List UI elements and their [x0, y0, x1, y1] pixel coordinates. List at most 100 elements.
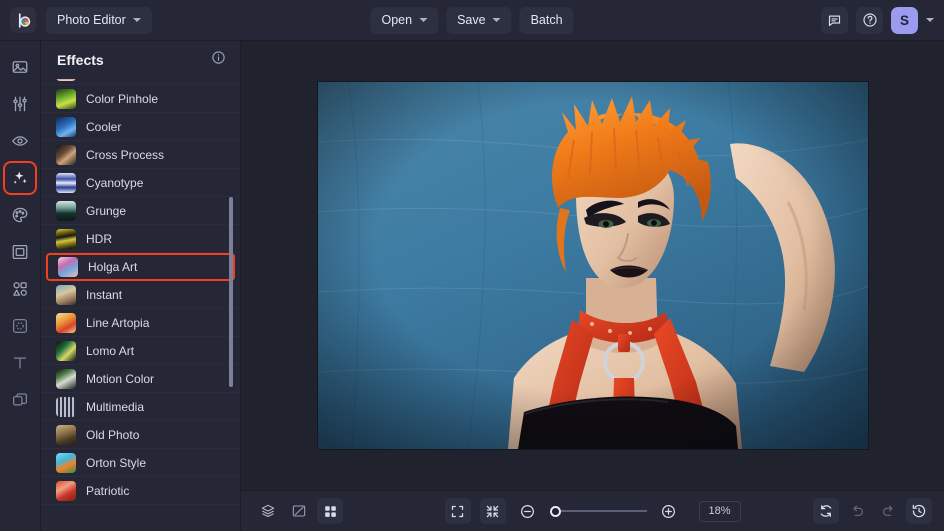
zoom-out-circle-icon	[521, 504, 534, 518]
effect-thumbnail	[56, 452, 76, 473]
top-center-actions: Open Save Batch	[370, 6, 574, 34]
sidebar-item-stickers[interactable]	[6, 312, 34, 340]
chat-bubble-icon	[828, 15, 841, 26]
effect-thumbnail	[56, 228, 76, 249]
history-button[interactable]	[906, 498, 932, 524]
question-circle-icon	[862, 13, 877, 27]
sidebar-item-adjust[interactable]	[6, 90, 34, 118]
fit-to-screen-button[interactable]	[444, 498, 471, 524]
app-logo[interactable]	[10, 7, 36, 33]
effect-list-item[interactable]: Multimedia	[41, 393, 240, 421]
zoom-out-button[interactable]	[515, 498, 541, 524]
effect-list-item[interactable]: Holga Art	[46, 253, 235, 281]
sidebar-item-color[interactable]	[6, 201, 34, 229]
help-button[interactable]	[856, 6, 883, 34]
effect-thumbnail	[58, 257, 78, 277]
canvas-area[interactable]	[241, 41, 944, 490]
undo-button[interactable]	[844, 498, 870, 524]
effect-label: Cyanotype	[86, 175, 144, 190]
effect-list-item[interactable]: Cross Process	[41, 141, 240, 169]
effect-list-item[interactable]: Orton Style	[41, 449, 240, 477]
reset-button[interactable]	[813, 498, 839, 524]
effect-thumbnail	[56, 312, 76, 333]
effects-list: CinematicColor PinholeCoolerCross Proces…	[41, 79, 240, 505]
zoom-slider-handle[interactable]	[549, 505, 561, 517]
undo-arrow-icon	[852, 505, 863, 516]
sidebar-item-retouch[interactable]	[6, 127, 34, 155]
effect-list-item[interactable]: Old Photo	[41, 421, 240, 449]
effect-thumbnail	[56, 480, 76, 501]
app-mode-menu[interactable]: Photo Editor	[46, 6, 152, 34]
sidebar-item-photo[interactable]	[6, 53, 34, 81]
compare-button[interactable]	[286, 498, 312, 524]
portrait-photo	[317, 82, 868, 449]
palette-icon	[12, 207, 28, 223]
effect-label: Color Pinhole	[86, 91, 159, 106]
account-chevron-down-icon[interactable]	[926, 18, 934, 22]
top-toolbar: Photo Editor Open Save Batch S	[0, 0, 944, 41]
effect-list-item[interactable]: HDR	[41, 225, 240, 253]
grid-view-button[interactable]	[317, 498, 343, 524]
feedback-button[interactable]	[821, 6, 848, 34]
effect-thumbnail	[56, 396, 76, 417]
effect-list-item[interactable]: Color Pinhole	[41, 85, 240, 113]
colorwheel-logo-icon	[18, 12, 30, 28]
redo-button[interactable]	[875, 498, 901, 524]
zoom-in-button[interactable]	[656, 498, 682, 524]
effect-label: Cross Process	[86, 147, 165, 162]
sticker-icon	[12, 318, 28, 334]
redo-arrow-icon	[882, 505, 893, 516]
photo-preview[interactable]	[317, 82, 868, 449]
open-button-label: Open	[381, 13, 413, 27]
effect-list-item[interactable]: Patriotic	[41, 477, 240, 505]
save-button[interactable]: Save	[446, 6, 512, 34]
effects-panel-header: Effects	[41, 41, 240, 79]
effect-list-item[interactable]: Instant	[41, 281, 240, 309]
effect-thumbnail	[56, 368, 76, 389]
sidebar-item-text[interactable]	[6, 349, 34, 377]
save-button-label: Save	[457, 13, 486, 27]
top-right-actions: S	[821, 6, 934, 34]
batch-button[interactable]: Batch	[519, 6, 574, 34]
effect-list-item[interactable]: Motion Color	[41, 365, 240, 393]
page-title: Effects	[57, 52, 104, 68]
effect-list-item[interactable]: Line Artopia	[41, 309, 240, 337]
sidebar-item-shapes[interactable]	[6, 275, 34, 303]
effect-list-item[interactable]: Cyanotype	[41, 169, 240, 197]
open-button[interactable]: Open	[370, 6, 439, 34]
effect-thumbnail	[56, 144, 76, 165]
effect-label: Cooler	[86, 119, 122, 134]
effect-label: Holga Art	[88, 260, 138, 274]
effect-list-item[interactable]: Cooler	[41, 113, 240, 141]
effects-list-scrollbar[interactable]	[229, 197, 233, 387]
photo-editor-app: Photo Editor Open Save Batch S Effects C…	[0, 0, 944, 531]
shrink-button[interactable]	[479, 498, 506, 524]
effect-list-item[interactable]: Lomo Art	[41, 337, 240, 365]
effect-thumbnail	[56, 284, 76, 305]
fit-to-screen-icon	[451, 505, 464, 517]
image-icon	[12, 61, 28, 73]
sidebar-item-frames[interactable]	[6, 238, 34, 266]
sidebar-item-effects[interactable]	[3, 161, 37, 195]
effect-label: Grunge	[86, 203, 127, 218]
info-circle-icon[interactable]	[211, 50, 226, 70]
effect-label: Multimedia	[86, 399, 145, 414]
bottom-left-tools	[255, 498, 343, 524]
effect-label: Lomo Art	[86, 343, 135, 358]
effect-label: HDR	[86, 231, 112, 246]
effect-label: Patriotic	[86, 483, 130, 498]
sidebar-item-layers[interactable]	[6, 386, 34, 414]
avatar[interactable]: S	[891, 6, 918, 34]
layers-button[interactable]	[255, 498, 281, 524]
effect-thumbnail	[56, 340, 76, 361]
zoom-controls: 18%	[444, 498, 741, 524]
layers-icon	[261, 504, 275, 518]
zoom-slider-track[interactable]	[560, 510, 647, 512]
zoom-in-circle-icon	[662, 504, 675, 518]
chevron-down-icon	[132, 18, 141, 22]
chevron-down-icon	[492, 18, 501, 22]
effect-list-item[interactable]: Grunge	[41, 197, 240, 225]
shapes-icon	[13, 282, 27, 296]
zoom-slider[interactable]	[549, 505, 647, 517]
zoom-level-input[interactable]: 18%	[698, 500, 741, 522]
